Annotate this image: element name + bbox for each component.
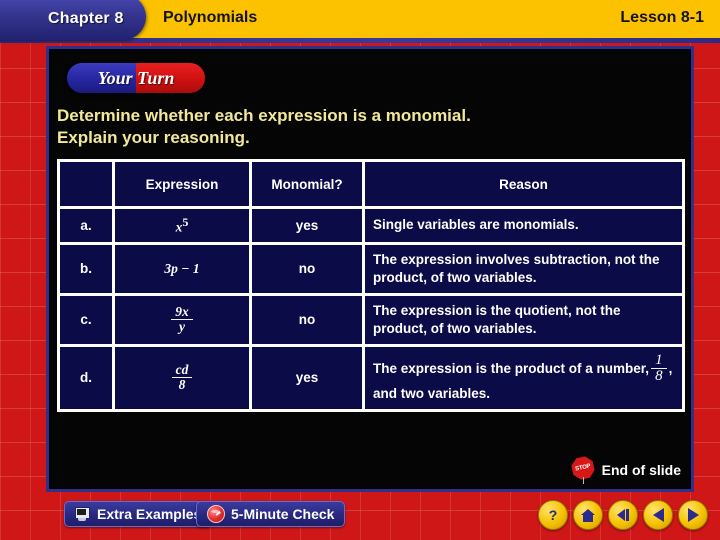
end-of-slide-indicator: STOP End of slide (572, 457, 681, 484)
row-expression-c: 9x y (115, 295, 249, 344)
row-label-b: b. (60, 244, 112, 293)
row-monomial-answer-b: no (252, 244, 362, 293)
help-button[interactable]: ? (538, 500, 568, 530)
end-of-slide-label: End of slide (601, 462, 681, 478)
instruction-text: Determine whether each expression is a m… (57, 105, 677, 149)
monomial-table-wrapper: Expression Monomial? Reason a. x5 yes Si… (57, 159, 685, 412)
row-label-a: a. (60, 209, 112, 242)
question-mark-icon: ? (548, 507, 558, 523)
home-button[interactable] (573, 500, 603, 530)
row-expression-a: x5 (115, 209, 249, 242)
table-header-reason: Reason (365, 162, 682, 206)
fraction-c: 9x y (171, 303, 193, 334)
table-row: a. x5 yes Single variables are monomials… (60, 209, 682, 242)
row-reason-a: Single variables are monomials. (365, 209, 682, 242)
fraction-numerator-c: 9x (175, 303, 189, 319)
stop-sign-icon: STOP (572, 457, 598, 484)
row-monomial-answer-c: no (252, 295, 362, 344)
row-label-d: d. (60, 346, 112, 409)
extra-examples-button[interactable]: Extra Examples (64, 501, 213, 527)
five-minute-check-button[interactable]: 5-Minute Check (196, 501, 346, 527)
row-reason-d: The expression is the product of a numbe… (365, 346, 682, 409)
row-monomial-answer-d: yes (252, 346, 362, 409)
table-row: c. 9x y no The expression is the quotien… (60, 295, 682, 344)
slide-content-area: Your Turn Determine whether each express… (46, 46, 694, 492)
row-reason-d-part1: The expression is the product of a numbe… (373, 360, 650, 376)
header-lesson-label: Lesson 8-1 (620, 9, 704, 26)
monitor-icon (75, 507, 91, 521)
header-subject-title: Polynomials (163, 9, 258, 26)
rewind-icon (617, 509, 629, 521)
row-monomial-answer-a: yes (252, 209, 362, 242)
next-arrow-icon (687, 508, 699, 522)
previous-arrow-icon (652, 508, 664, 522)
table-header-monomial: Monomial? (252, 162, 362, 206)
fraction-numerator-d: cd (175, 362, 189, 378)
row-label-c: c. (60, 295, 112, 344)
table-header-blank (60, 162, 112, 206)
previous-slide-button[interactable] (643, 500, 673, 530)
slide-root: Chapter 8 Polynomials Lesson 8-1 Your Tu… (0, 0, 720, 540)
chapter-tab-label: Chapter 8 (48, 10, 124, 27)
table-header-expression: Expression (115, 162, 249, 206)
table-row: d. cd 8 yes The expression is the produc… (60, 346, 682, 409)
row-expression-b: 3p − 1 (115, 244, 249, 293)
navigation-button-group: ? (538, 500, 708, 530)
table-row: b. 3p − 1 no The expression involves sub… (60, 244, 682, 293)
next-slide-button[interactable] (678, 500, 708, 530)
fraction-d: cd 8 (171, 362, 193, 392)
reason-fraction-d: 18 (651, 351, 667, 386)
clock-icon (207, 505, 225, 523)
row-expression-d: cd 8 (115, 346, 249, 409)
rewind-button[interactable] (608, 500, 638, 530)
your-turn-badge-label: Your Turn (97, 67, 175, 88)
expression-exponent-a: 5 (182, 215, 189, 229)
instruction-line-1: Determine whether each expression is a m… (57, 106, 471, 125)
stop-sign-pole (582, 477, 585, 484)
reason-fraction-numerator-d: 1 (655, 351, 663, 368)
home-icon (581, 508, 595, 522)
reason-fraction-denominator-d: 8 (651, 368, 667, 385)
bottom-toolbar: Extra Examples 5-Minute Check ? (0, 492, 720, 540)
five-minute-check-label: 5-Minute Check (231, 506, 335, 522)
row-reason-c: The expression is the quotient, not the … (365, 295, 682, 344)
extra-examples-label: Extra Examples (97, 506, 202, 522)
instruction-line-2: Explain your reasoning. (57, 128, 250, 147)
your-turn-badge: Your Turn (67, 63, 205, 93)
fraction-denominator-c: y (171, 319, 193, 334)
fraction-denominator-d: 8 (171, 377, 193, 392)
row-reason-b: The expression involves subtraction, not… (365, 244, 682, 293)
monomial-table: Expression Monomial? Reason a. x5 yes Si… (57, 159, 685, 412)
table-header-row: Expression Monomial? Reason (60, 162, 682, 206)
